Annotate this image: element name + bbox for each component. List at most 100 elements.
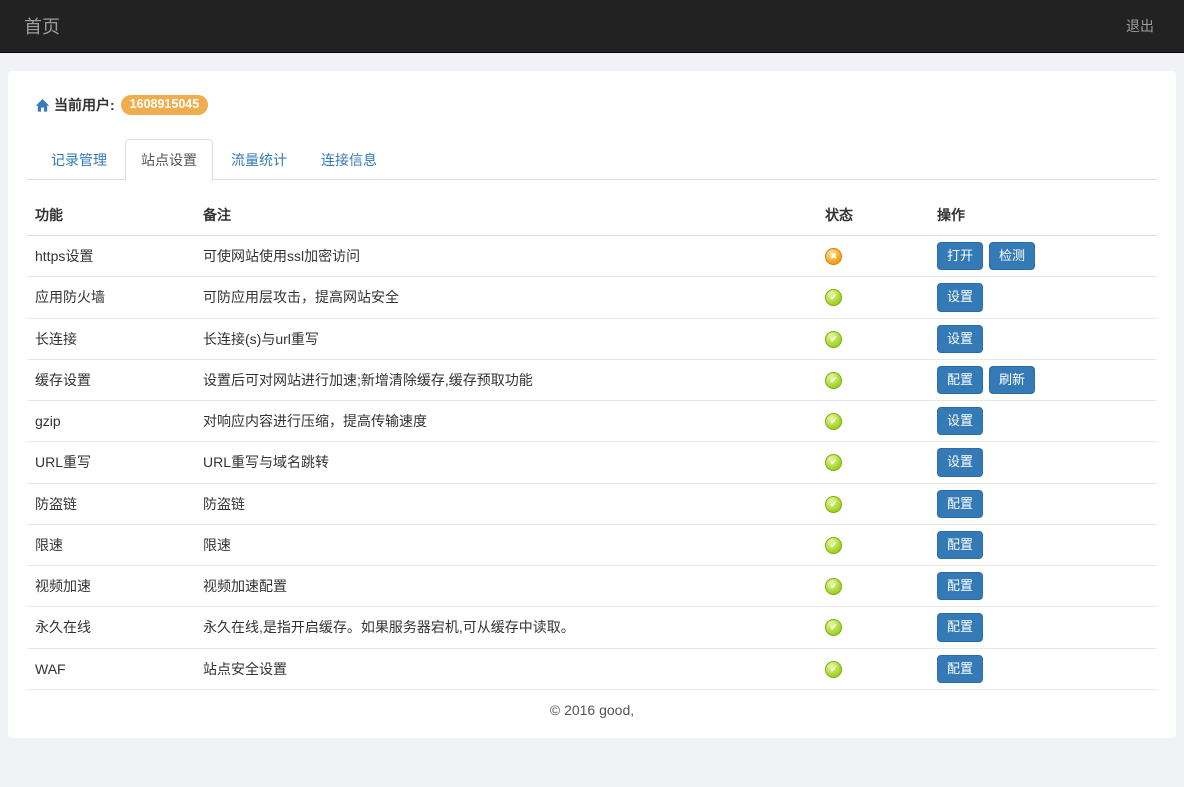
status-on-icon: ✔	[825, 289, 842, 306]
table-row: URL重写URL重写与域名跳转 ✔ 设置	[27, 442, 1157, 483]
feature-cell: URL重写	[27, 442, 195, 483]
settings-button[interactable]: 设置	[937, 283, 983, 311]
table-row: 应用防火墙可防应用层攻击，提高网站安全 ✔ 设置	[27, 277, 1157, 318]
actions-cell: 设置	[929, 318, 1157, 359]
config-button[interactable]: 配置	[937, 613, 983, 641]
user-id-badge: 1608915045	[121, 95, 209, 115]
settings-button[interactable]: 设置	[937, 325, 983, 353]
actions-cell: 设置	[929, 277, 1157, 318]
config-button[interactable]: 配置	[937, 531, 983, 559]
actions-cell: 配置刷新	[929, 359, 1157, 400]
feature-cell: 永久在线	[27, 607, 195, 648]
note-cell: 长连接(s)与url重写	[195, 318, 817, 359]
table-row: 视频加速视频加速配置 ✔ 配置	[27, 566, 1157, 607]
feature-cell: 防盗链	[27, 483, 195, 524]
note-cell: 对响应内容进行压缩，提高传输速度	[195, 401, 817, 442]
tab-bar-container: 记录管理站点设置流量统计连接信息	[8, 138, 1176, 180]
table-row: 缓存设置设置后可对网站进行加速;新增清除缓存,缓存预取功能 ✔ 配置刷新	[27, 359, 1157, 400]
site-settings-panel: 功能 备注 状态 操作 https设置可使网站使用ssl加密访问✖打开检测应用防…	[8, 195, 1176, 724]
feature-cell: 视频加速	[27, 566, 195, 607]
status-on-icon: ✔	[825, 372, 842, 389]
note-cell: 可防应用层攻击，提高网站安全	[195, 277, 817, 318]
feature-cell: https设置	[27, 236, 195, 277]
tab-records[interactable]: 记录管理	[35, 139, 123, 181]
note-cell: 视频加速配置	[195, 566, 817, 607]
actions-cell: 设置	[929, 442, 1157, 483]
feature-cell: 长连接	[27, 318, 195, 359]
status-on-icon: ✔	[825, 661, 842, 678]
settings-button[interactable]: 设置	[937, 407, 983, 435]
home-icon	[35, 98, 50, 113]
table-header-row: 功能 备注 状态 操作	[27, 195, 1157, 236]
config-button[interactable]: 配置	[937, 366, 983, 394]
copyright-footer: © 2016 good,	[27, 690, 1157, 724]
status-cell: ✔	[817, 607, 929, 648]
table-row: 限速限速 ✔ 配置	[27, 524, 1157, 565]
actions-cell: 配置	[929, 607, 1157, 648]
feature-cell: gzip	[27, 401, 195, 442]
note-cell: URL重写与域名跳转	[195, 442, 817, 483]
feature-cell: 应用防火墙	[27, 277, 195, 318]
config-button[interactable]: 配置	[937, 490, 983, 518]
current-user-label: 当前用户:	[54, 95, 115, 115]
refresh-button[interactable]: 刷新	[989, 366, 1035, 394]
status-on-icon: ✔	[825, 496, 842, 513]
status-cell: ✔	[817, 318, 929, 359]
main-card: 当前用户: 1608915045 记录管理站点设置流量统计连接信息 功能 备注 …	[8, 71, 1176, 738]
status-cell: ✔	[817, 566, 929, 607]
tab-site-settings[interactable]: 站点设置	[125, 139, 213, 181]
actions-cell: 配置	[929, 566, 1157, 607]
logout-link[interactable]: 退出	[1126, 16, 1154, 36]
note-cell: 防盗链	[195, 483, 817, 524]
col-header-actions: 操作	[929, 195, 1157, 236]
status-cell: ✔	[817, 442, 929, 483]
config-button[interactable]: 配置	[937, 572, 983, 600]
current-user-row: 当前用户: 1608915045	[8, 71, 1176, 115]
status-cell: ✔	[817, 277, 929, 318]
status-cell: ✔	[817, 524, 929, 565]
status-on-icon: ✔	[825, 331, 842, 348]
status-cell: ✔	[817, 483, 929, 524]
actions-cell: 配置	[929, 524, 1157, 565]
feature-table: 功能 备注 状态 操作 https设置可使网站使用ssl加密访问✖打开检测应用防…	[27, 195, 1157, 690]
note-cell: 可使网站使用ssl加密访问	[195, 236, 817, 277]
navbar-brand-home[interactable]: 首页	[24, 13, 60, 39]
note-cell: 设置后可对网站进行加速;新增清除缓存,缓存预取功能	[195, 359, 817, 400]
actions-cell: 设置	[929, 401, 1157, 442]
status-on-icon: ✔	[825, 454, 842, 471]
table-row: https设置可使网站使用ssl加密访问 ✖ 打开检测	[27, 236, 1157, 277]
feature-cell: WAF	[27, 648, 195, 689]
status-cell: ✔	[817, 359, 929, 400]
col-header-feature: 功能	[27, 195, 195, 236]
settings-button[interactable]: 设置	[937, 448, 983, 476]
feature-cell: 限速	[27, 524, 195, 565]
status-cell: ✔	[817, 648, 929, 689]
status-on-icon: ✔	[825, 413, 842, 430]
check-button[interactable]: 检测	[989, 242, 1035, 270]
tab-bar: 记录管理站点设置流量统计连接信息	[35, 138, 1157, 180]
config-button[interactable]: 配置	[937, 655, 983, 683]
tab-traffic-stats[interactable]: 流量统计	[215, 139, 303, 181]
status-on-icon: ✔	[825, 537, 842, 554]
col-header-note: 备注	[195, 195, 817, 236]
note-cell: 限速	[195, 524, 817, 565]
feature-cell: 缓存设置	[27, 359, 195, 400]
status-cell: ✔	[817, 401, 929, 442]
status-cell: ✖	[817, 236, 929, 277]
table-row: 永久在线永久在线,是指开启缓存。如果服务器宕机,可从缓存中读取。 ✔ 配置	[27, 607, 1157, 648]
table-row: 防盗链防盗链 ✔ 配置	[27, 483, 1157, 524]
table-row: 长连接长连接(s)与url重写 ✔ 设置	[27, 318, 1157, 359]
status-on-icon: ✔	[825, 578, 842, 595]
actions-cell: 打开检测	[929, 236, 1157, 277]
table-row: gzip对响应内容进行压缩，提高传输速度 ✔ 设置	[27, 401, 1157, 442]
actions-cell: 配置	[929, 483, 1157, 524]
actions-cell: 配置	[929, 648, 1157, 689]
note-cell: 站点安全设置	[195, 648, 817, 689]
top-navbar: 首页 退出	[0, 0, 1184, 53]
col-header-status: 状态	[817, 195, 929, 236]
status-off-icon: ✖	[825, 248, 842, 265]
open-button[interactable]: 打开	[937, 242, 983, 270]
status-on-icon: ✔	[825, 619, 842, 636]
tab-connection-info[interactable]: 连接信息	[305, 139, 393, 181]
note-cell: 永久在线,是指开启缓存。如果服务器宕机,可从缓存中读取。	[195, 607, 817, 648]
